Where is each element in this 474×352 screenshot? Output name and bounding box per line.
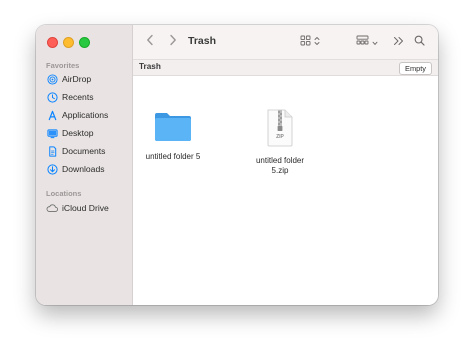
desktop-icon xyxy=(45,126,59,140)
window-controls xyxy=(47,37,90,48)
file-name: untitled folder 5.zip xyxy=(245,156,315,176)
back-button[interactable] xyxy=(143,34,157,50)
file-area: untitled folder 5 ZIP untitled folder 5.… xyxy=(133,76,438,305)
sidebar-item-desktop[interactable]: Desktop xyxy=(45,126,94,140)
sidebar-item-label: Applications xyxy=(62,110,109,120)
chevron-updown-icon xyxy=(314,33,320,51)
finder-window: Favorites AirDrop Recents Applications D… xyxy=(36,25,438,305)
sidebar-item-label: Recents xyxy=(62,92,94,102)
download-icon xyxy=(45,162,59,176)
cloud-icon xyxy=(45,201,59,215)
document-icon xyxy=(45,144,59,158)
chevron-right-icon xyxy=(169,33,177,51)
forward-button[interactable] xyxy=(166,34,180,50)
zip-archive-icon: ZIP xyxy=(265,109,295,152)
file-name-line2: 5.zip xyxy=(271,166,289,175)
sidebar-item-icloud-drive[interactable]: iCloud Drive xyxy=(45,201,109,215)
sidebar: Favorites AirDrop Recents Applications D… xyxy=(36,25,133,305)
window-title: Trash xyxy=(188,35,217,47)
locations-section-title: Locations xyxy=(46,189,82,198)
clock-icon xyxy=(45,90,59,104)
file-name: untitled folder 5 xyxy=(145,152,201,161)
view-mode-button[interactable] xyxy=(298,34,322,50)
path-label: Trash xyxy=(139,62,161,71)
zip-badge-label: ZIP xyxy=(276,134,284,140)
group-by-button[interactable] xyxy=(353,34,381,50)
sidebar-item-label: iCloud Drive xyxy=(62,203,109,213)
sidebar-item-label: Desktop xyxy=(62,128,94,138)
sidebar-item-label: Documents xyxy=(62,146,106,156)
grid-view-icon xyxy=(300,33,311,51)
path-bar: Trash Empty xyxy=(133,60,438,76)
folder-icon xyxy=(153,109,193,148)
file-item-folder[interactable]: untitled folder 5 xyxy=(138,109,208,162)
sidebar-item-label: AirDrop xyxy=(62,74,92,84)
airdrop-icon xyxy=(45,72,59,86)
double-chevron-right-icon xyxy=(393,33,404,51)
sidebar-item-downloads[interactable]: Downloads xyxy=(45,162,105,176)
sidebar-item-documents[interactable]: Documents xyxy=(45,144,105,158)
sidebar-item-applications[interactable]: Applications xyxy=(45,108,108,122)
sidebar-item-recents[interactable]: Recents xyxy=(45,90,94,104)
minimize-button[interactable] xyxy=(63,37,74,48)
toolbar: Trash xyxy=(133,25,438,60)
file-name-line1: untitled folder xyxy=(255,156,305,165)
more-toolbar-button[interactable] xyxy=(391,34,405,50)
sidebar-item-label: Downloads xyxy=(62,164,105,174)
applications-icon xyxy=(45,108,59,122)
favorites-section-title: Favorites xyxy=(46,61,80,70)
file-item-zip[interactable]: ZIP untitled folder 5.zip xyxy=(245,109,315,176)
search-button[interactable] xyxy=(412,34,426,50)
chevron-left-icon xyxy=(146,33,154,51)
chevron-down-icon xyxy=(372,33,378,51)
empty-trash-button[interactable]: Empty xyxy=(399,61,432,75)
group-icon xyxy=(356,33,369,51)
search-icon xyxy=(414,33,425,51)
close-button[interactable] xyxy=(47,37,58,48)
sidebar-item-airdrop[interactable]: AirDrop xyxy=(45,72,91,86)
zoom-button[interactable] xyxy=(79,37,90,48)
